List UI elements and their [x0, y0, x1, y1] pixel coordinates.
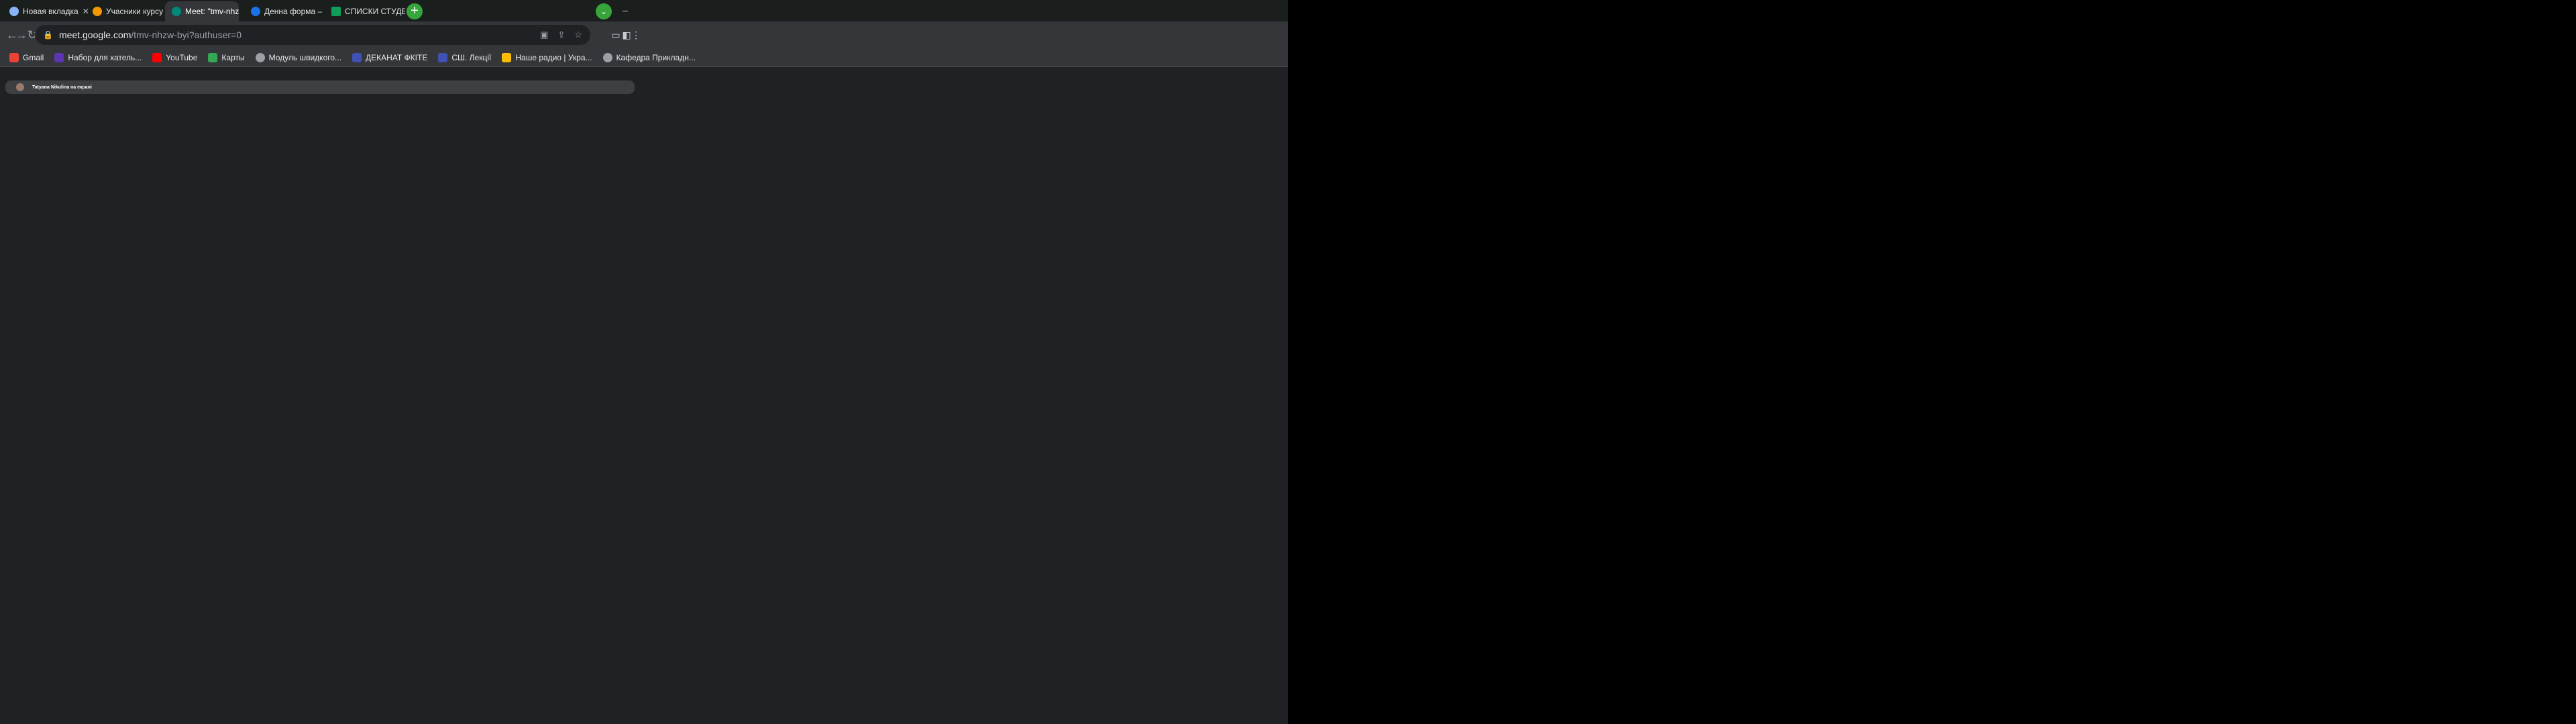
- lock-icon: 🔒: [43, 30, 53, 40]
- tab-strip: Новая вкладка ✕ Учасники курсу "Програму…: [0, 0, 1288, 21]
- bookmark-kit[interactable]: Набор для хатель...: [54, 52, 142, 62]
- presenter-label: Tatyana Nikulina на екрані: [32, 84, 92, 90]
- globe-icon: [251, 7, 260, 16]
- url-host: meet.google.com: [59, 29, 131, 40]
- share-icon[interactable]: ⇪: [557, 25, 565, 45]
- tab-label: Денна форма – Факультет кібе: [264, 7, 323, 16]
- bookmark-lectures[interactable]: СШ. Лекції: [438, 52, 492, 62]
- camera-permission-icon[interactable]: ▣: [540, 25, 548, 45]
- tab-meet[interactable]: Meet: "tmv-nhzw-byi" ● ✕: [165, 1, 239, 21]
- bookmark-youtube[interactable]: YouTube: [152, 52, 198, 62]
- bookmark-label: Карты: [221, 52, 245, 62]
- omnibox-icons: ▣ ⇪ ☆: [540, 25, 582, 45]
- star-icon[interactable]: ☆: [574, 25, 582, 45]
- bookmarks-bar: Gmail Набор для хатель... YouTube Карты …: [0, 48, 1288, 67]
- bookmark-maps[interactable]: Карты: [208, 52, 245, 62]
- gmail-icon: [9, 52, 19, 62]
- minimize-button[interactable]: –: [610, 0, 640, 21]
- bookmark-icon: [352, 52, 362, 62]
- bookmark-gmail[interactable]: Gmail: [9, 52, 44, 62]
- bookmark-module[interactable]: Модуль швидкого...: [255, 52, 342, 62]
- bookmark-dekanat[interactable]: ДЕКАНАТ ФКІТЕ: [352, 52, 428, 62]
- meet-icon: [172, 7, 181, 16]
- tab-label: Учасники курсу "Програмуван: [106, 7, 165, 16]
- bookmark-label: ДЕКАНАТ ФКІТЕ: [366, 52, 428, 62]
- moodle-icon: [93, 7, 102, 16]
- globe-icon: [255, 52, 265, 62]
- bookmark-label: СШ. Лекції: [451, 52, 492, 62]
- bookmark-department[interactable]: Кафедра Прикладн...: [602, 52, 696, 62]
- youtube-icon: [152, 52, 162, 62]
- browser-toolbar: ← → ↻ 🔒 meet.google.com/tmv-nhzw-byi?aut…: [0, 21, 1288, 48]
- bookmark-icon: [54, 52, 64, 62]
- bookmark-label: Наше радио | Укра...: [515, 52, 592, 62]
- radio-icon: [502, 52, 512, 62]
- avatar: [16, 83, 24, 91]
- tab-course-participants[interactable]: Учасники курсу "Програмуван ✕: [86, 1, 165, 21]
- maps-icon: [208, 52, 218, 62]
- tab-student-lists[interactable]: СПИСКИ СТУДЕНТІВ ФКІТЕ - Go ✕: [325, 1, 405, 21]
- url-path: /tmv-nhzw-byi?authuser=0: [131, 29, 241, 40]
- bookmark-label: Кафедра Прикладн...: [616, 52, 696, 62]
- presenter-banner: Tatyana Nikulina на екрані: [5, 80, 635, 94]
- meet-view: Tatyana Nikulina на екрані: [0, 67, 644, 708]
- tab-search-button[interactable]: ⌄: [596, 3, 612, 19]
- sheets-icon: [331, 7, 341, 16]
- menu-icon[interactable]: ⋮: [628, 27, 644, 43]
- bookmark-label: YouTube: [166, 52, 198, 62]
- tab-faculty[interactable]: Денна форма – Факультет кібе ✕: [244, 1, 323, 21]
- chrome-icon: [9, 7, 19, 16]
- bookmark-radio[interactable]: Наше радио | Укра...: [502, 52, 592, 62]
- address-bar[interactable]: 🔒 meet.google.com/tmv-nhzw-byi?authuser=…: [35, 25, 590, 45]
- bookmark-label: Gmail: [23, 52, 44, 62]
- bookmark-label: Модуль швидкого...: [268, 52, 342, 62]
- tab-new[interactable]: Новая вкладка ✕: [3, 1, 89, 21]
- tab-label: Новая вкладка: [23, 7, 78, 16]
- globe-icon: [602, 52, 612, 62]
- chrome-window: Новая вкладка ✕ Учасники курсу "Програму…: [0, 0, 1288, 724]
- new-tab-button[interactable]: +: [407, 3, 423, 19]
- tab-label: Meet: "tmv-nhzw-byi": [185, 7, 239, 16]
- desktop: Новая вкладка ✕ Учасники курсу "Програму…: [0, 0, 2576, 724]
- tab-label: СПИСКИ СТУДЕНТІВ ФКІТЕ - Go: [345, 7, 405, 16]
- bookmark-icon: [438, 52, 448, 62]
- bookmark-label: Набор для хатель...: [68, 52, 142, 62]
